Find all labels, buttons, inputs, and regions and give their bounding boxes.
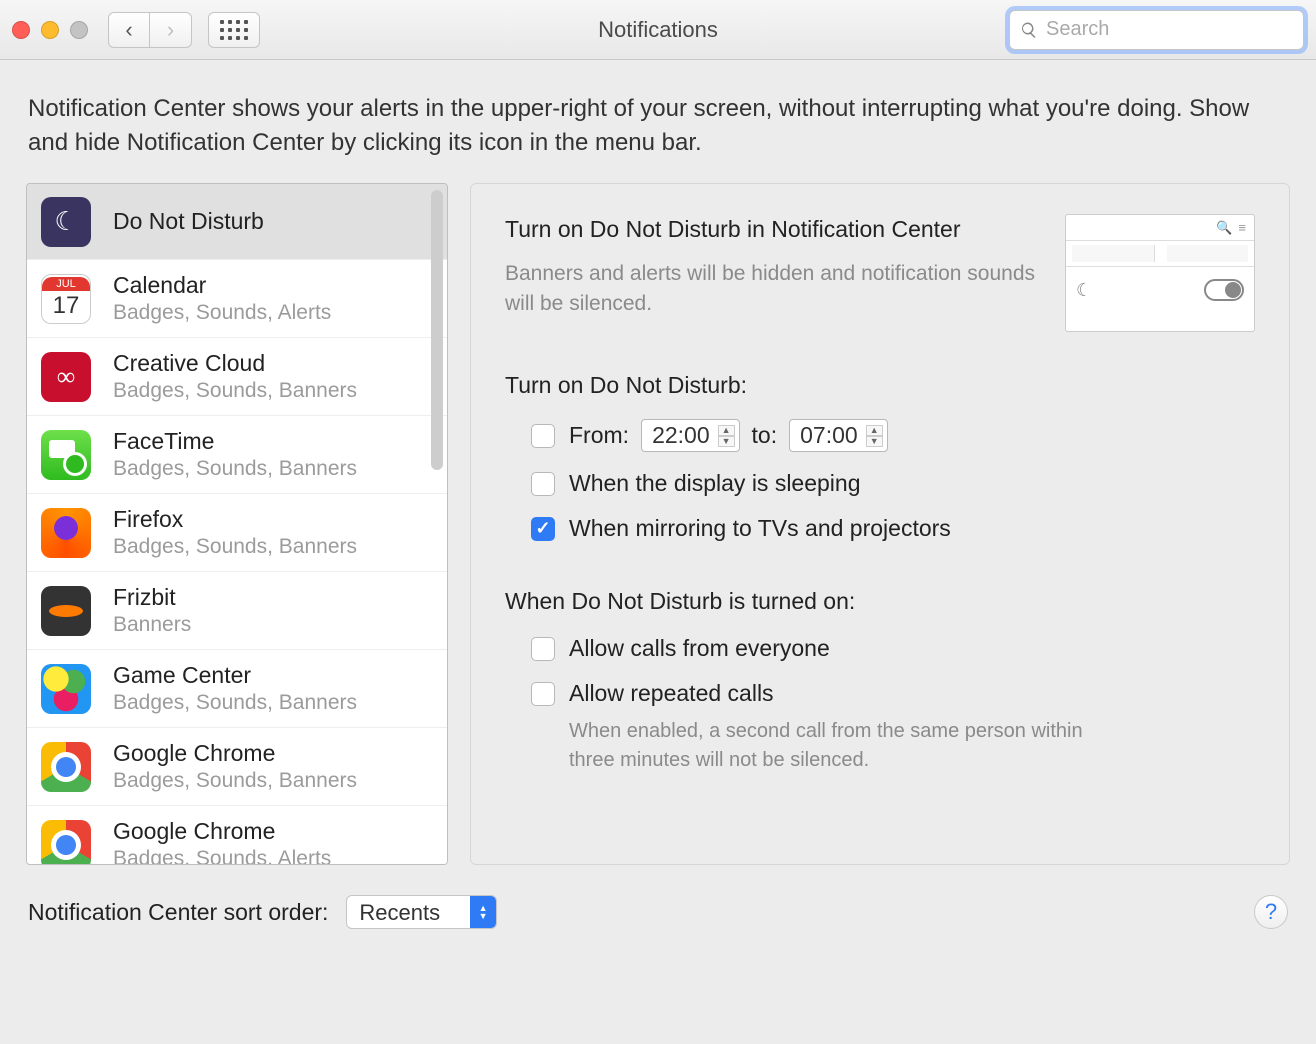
sort-order-label: Notification Center sort order: xyxy=(28,899,328,926)
titlebar: ‹ › Notifications xyxy=(0,0,1316,60)
app-list: ☾ Do Not Disturb JUL 17 Calendar Badges,… xyxy=(26,183,448,865)
nav-buttons: ‹ › xyxy=(108,12,192,48)
sidebar-item-label: Do Not Disturb xyxy=(113,208,264,235)
sidebar-item-detail: Badges, Sounds, Banners xyxy=(113,535,357,559)
sidebar-item-label: Creative Cloud xyxy=(113,350,357,377)
sidebar-item-detail: Banners xyxy=(113,613,191,637)
close-window-button[interactable] xyxy=(12,21,30,39)
list-icon: ≡ xyxy=(1238,220,1246,235)
sidebar-item-detail: Badges, Sounds, Alerts xyxy=(113,847,331,864)
sidebar-item-detail: Badges, Sounds, Banners xyxy=(113,457,357,481)
zoom-window-button[interactable] xyxy=(70,21,88,39)
to-time-value: 07:00 xyxy=(800,422,858,449)
detail-panel: Turn on Do Not Disturb in Notification C… xyxy=(470,183,1290,865)
show-all-prefs-button[interactable] xyxy=(208,12,260,48)
notification-center-preview: 🔍 ≡ ☾ xyxy=(1065,214,1255,332)
sidebar-item-label: Google Chrome xyxy=(113,818,331,845)
repeated-checkbox[interactable] xyxy=(531,682,555,706)
sidebar-item-label: Frizbit xyxy=(113,584,191,611)
sidebar-item-label: Calendar xyxy=(113,272,331,299)
sidebar-item-detail: Badges, Sounds, Banners xyxy=(113,691,357,715)
to-label: to: xyxy=(752,422,778,449)
sidebar-item-game-center[interactable]: Game Center Badges, Sounds, Banners xyxy=(27,650,447,728)
creative-cloud-icon: ∞ xyxy=(41,352,91,402)
opt-allow-everyone: Allow calls from everyone xyxy=(505,635,1255,662)
firefox-icon xyxy=(41,508,91,558)
opt-mirroring: When mirroring to TVs and projectors xyxy=(505,515,1255,542)
sidebar-item-label: FaceTime xyxy=(113,428,357,455)
sidebar-item-calendar[interactable]: JUL 17 Calendar Badges, Sounds, Alerts xyxy=(27,260,447,338)
everyone-label: Allow calls from everyone xyxy=(569,635,830,662)
moon-icon: ☾ xyxy=(1076,280,1092,301)
sidebar-item-do-not-disturb[interactable]: ☾ Do Not Disturb xyxy=(27,184,447,260)
calendar-icon: JUL 17 xyxy=(41,274,91,324)
chrome-icon xyxy=(41,742,91,792)
game-center-icon xyxy=(41,664,91,714)
sidebar-item-label: Firefox xyxy=(113,506,357,533)
scrollbar-thumb[interactable] xyxy=(431,190,443,470)
sort-order-value: Recents xyxy=(347,896,470,928)
sidebar-item-label: Game Center xyxy=(113,662,357,689)
chrome-icon xyxy=(41,820,91,865)
sidebar-item-detail: Badges, Sounds, Banners xyxy=(113,769,357,793)
opt-display-sleeping: When the display is sleeping xyxy=(505,470,1255,497)
sidebar-item-google-chrome[interactable]: Google Chrome Badges, Sounds, Banners xyxy=(27,728,447,806)
dnd-toggle-preview xyxy=(1204,279,1244,301)
from-time-value: 22:00 xyxy=(652,422,710,449)
content-row: ☾ Do Not Disturb JUL 17 Calendar Badges,… xyxy=(0,183,1316,865)
panel-subtitle: Banners and alerts will be hidden and no… xyxy=(505,259,1041,318)
from-stepper[interactable]: ▲▼ xyxy=(718,425,735,447)
opt-allow-repeated: Allow repeated calls xyxy=(505,680,1255,707)
from-checkbox[interactable] xyxy=(531,424,555,448)
to-time-input[interactable]: 07:00 ▲▼ xyxy=(789,419,887,452)
forward-button[interactable]: › xyxy=(150,12,192,48)
footer: Notification Center sort order: Recents … xyxy=(0,865,1316,929)
frizbit-icon xyxy=(41,586,91,636)
everyone-checkbox[interactable] xyxy=(531,637,555,661)
section-when-on-label: When Do Not Disturb is turned on: xyxy=(505,588,1255,615)
search-field[interactable] xyxy=(1009,10,1304,50)
sidebar-item-label: Google Chrome xyxy=(113,740,357,767)
chevron-left-icon: ‹ xyxy=(125,17,132,43)
section-turn-on-label: Turn on Do Not Disturb: xyxy=(505,372,1255,399)
facetime-icon xyxy=(41,430,91,480)
sidebar-item-frizbit[interactable]: Frizbit Banners xyxy=(27,572,447,650)
from-label: From: xyxy=(569,422,629,449)
repeated-note: When enabled, a second call from the sam… xyxy=(505,717,1105,775)
sidebar-item-detail: Badges, Sounds, Alerts xyxy=(113,301,331,325)
sidebar-item-google-chrome-2[interactable]: Google Chrome Badges, Sounds, Alerts xyxy=(27,806,447,864)
mirroring-label: When mirroring to TVs and projectors xyxy=(569,515,951,542)
sidebar-item-firefox[interactable]: Firefox Badges, Sounds, Banners xyxy=(27,494,447,572)
back-button[interactable]: ‹ xyxy=(108,12,150,48)
help-icon: ? xyxy=(1265,899,1277,925)
chevron-right-icon: › xyxy=(167,17,174,43)
from-time-input[interactable]: 22:00 ▲▼ xyxy=(641,419,739,452)
search-icon: 🔍 xyxy=(1216,220,1232,236)
sidebar-item-detail: Badges, Sounds, Banners xyxy=(113,379,357,403)
mirroring-checkbox[interactable] xyxy=(531,517,555,541)
sleeping-label: When the display is sleeping xyxy=(569,470,861,497)
search-input[interactable] xyxy=(1046,18,1293,41)
minimize-window-button[interactable] xyxy=(41,21,59,39)
opt-from-time: From: 22:00 ▲▼ to: 07:00 ▲▼ xyxy=(505,419,1255,452)
to-stepper[interactable]: ▲▼ xyxy=(866,425,883,447)
help-button[interactable]: ? xyxy=(1254,895,1288,929)
sidebar-item-creative-cloud[interactable]: ∞ Creative Cloud Badges, Sounds, Banners xyxy=(27,338,447,416)
sort-order-select[interactable]: Recents ▲▼ xyxy=(346,895,497,929)
repeated-label: Allow repeated calls xyxy=(569,680,774,707)
grid-icon xyxy=(220,20,248,40)
search-icon xyxy=(1020,21,1038,39)
sleeping-checkbox[interactable] xyxy=(531,472,555,496)
sidebar-item-facetime[interactable]: FaceTime Badges, Sounds, Banners xyxy=(27,416,447,494)
moon-icon: ☾ xyxy=(41,197,91,247)
panel-title: Turn on Do Not Disturb in Notification C… xyxy=(505,214,1041,245)
window-controls xyxy=(12,21,88,39)
pane-description: Notification Center shows your alerts in… xyxy=(0,60,1316,183)
chevron-up-down-icon: ▲▼ xyxy=(470,896,496,928)
